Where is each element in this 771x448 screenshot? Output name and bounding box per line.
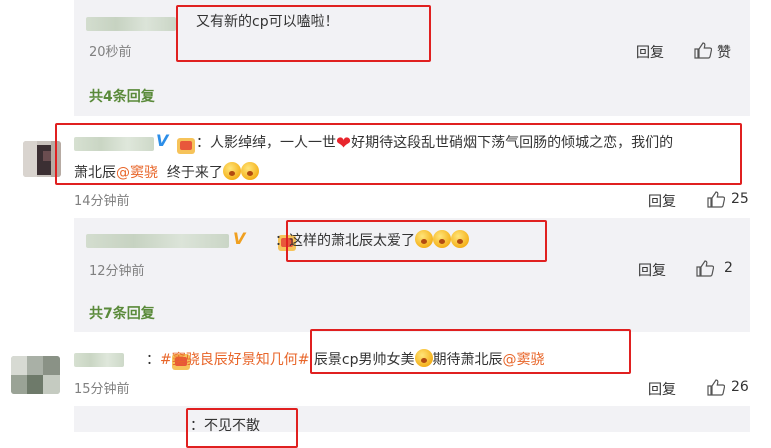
more-replies-link[interactable]: 共7条回复 [89,303,155,323]
thumbs-up-icon[interactable] [694,41,712,59]
more-replies-link[interactable]: 共4条回复 [89,86,155,106]
reply-time: 12分钟前 [89,264,145,279]
highlight-box [176,5,431,62]
username-blurred[interactable] [86,234,229,248]
comment-time: 14分钟前 [74,194,130,209]
thumbs-up-icon[interactable] [696,259,714,277]
username-blurred[interactable] [74,353,124,367]
highlight-box [55,123,742,185]
username-blurred[interactable] [86,17,176,31]
highlight-box [310,329,631,374]
like-label[interactable]: 赞 [717,42,731,62]
thumbs-up-icon[interactable] [707,378,725,396]
like-count: 26 [731,379,749,395]
highlight-box [286,220,547,262]
like-count: 25 [731,191,749,207]
reply-area-3 [74,406,750,432]
avatar[interactable] [11,356,60,394]
colon: ： [146,352,160,368]
verified-v-icon: V [233,229,246,248]
topic-link[interactable]: #窦骁良辰好景知几何# [160,352,309,368]
thumbs-up-icon[interactable] [707,190,725,208]
highlight-box [186,408,298,448]
reply-button[interactable]: 回复 [636,42,664,62]
reply-time: 20秒前 [89,45,132,60]
reply-button[interactable]: 回复 [638,260,666,280]
reply-button[interactable]: 回复 [648,191,676,211]
like-count: 2 [724,260,733,276]
comment-time: 15分钟前 [74,382,130,397]
reply-button[interactable]: 回复 [648,379,676,399]
